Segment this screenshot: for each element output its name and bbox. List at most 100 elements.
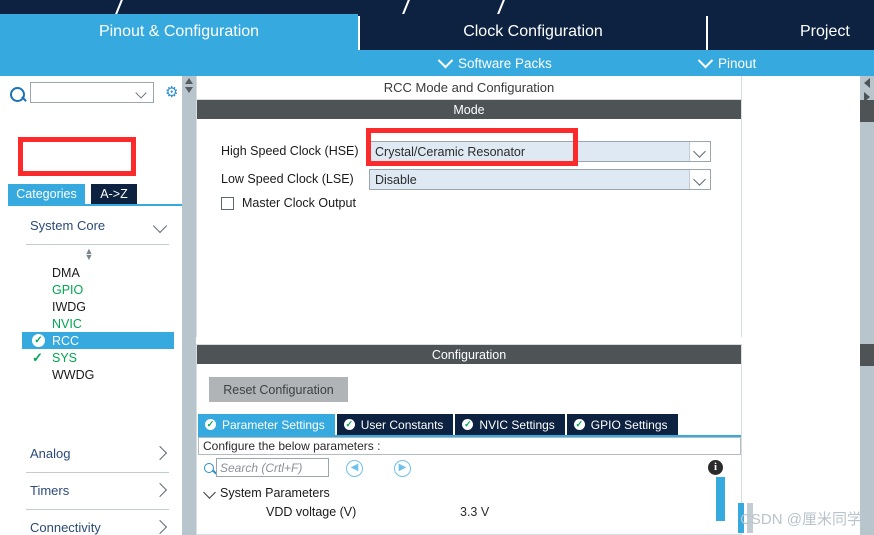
mode-band-label: Mode	[197, 100, 741, 119]
chevron-right-icon	[152, 519, 168, 535]
sidebar-item-gpio[interactable]: GPIO	[0, 281, 181, 298]
tab-nvic-settings-label: NVIC Settings	[479, 417, 555, 432]
chevron-right-icon[interactable]: ▶	[394, 460, 411, 477]
collapsed-categories: Analog Timers Connectivity Computing Mid…	[0, 436, 181, 535]
tab-a-to-z-label: A->Z	[100, 187, 128, 201]
category-system-core[interactable]: System Core	[0, 208, 181, 245]
reset-configuration-button[interactable]: Reset Configuration	[209, 377, 348, 402]
reset-configuration-label: Reset Configuration	[223, 382, 334, 397]
tab-parameter-settings[interactable]: ✓ Parameter Settings	[198, 414, 335, 435]
sidebar-item-sys[interactable]: ✓ SYS	[0, 349, 181, 366]
caret-down-icon[interactable]	[185, 87, 193, 93]
rcc-configuration-panel: Configuration Reset Configuration ✓ Para…	[196, 344, 742, 535]
parameter-name-vdd-voltage: VDD voltage (V)	[266, 504, 357, 519]
sidebar-item-iwdg-label: IWDG	[52, 299, 87, 314]
chevron-down-icon	[135, 87, 147, 99]
chevron-right-icon	[152, 445, 168, 461]
category-system-core-label: System Core	[30, 218, 106, 233]
parameter-search-input[interactable]: Search (Crtl+F)	[216, 458, 329, 477]
table-row[interactable]: VDD voltage (V) 3.3 V	[198, 502, 741, 521]
chevron-down-icon[interactable]	[689, 170, 710, 189]
caret-left-icon[interactable]	[864, 78, 870, 88]
field-lse-label: Low Speed Clock (LSE)	[221, 172, 354, 186]
tab-separator	[706, 16, 708, 50]
lse-mode-dropdown[interactable]: Disable	[369, 169, 711, 190]
sidebar-search-row: ⚙	[0, 82, 182, 108]
field-hse-label: High Speed Clock (HSE)	[221, 144, 359, 158]
splitter-chip[interactable]	[860, 344, 874, 366]
check-icon: ✓	[32, 350, 43, 365]
category-system-core-header[interactable]: System Core	[26, 208, 169, 245]
splitter-handle[interactable]: ▲ ▼	[80, 247, 98, 262]
check-circle-icon: ✓	[205, 419, 216, 430]
check-circle-icon: ✓	[32, 334, 45, 347]
tab-clock-configuration[interactable]: Clock Configuration	[360, 14, 706, 50]
hse-mode-dropdown[interactable]: Crystal/Ceramic Resonator	[369, 141, 711, 162]
tab-clock-configuration-label: Clock Configuration	[463, 23, 603, 40]
left-splitter[interactable]	[182, 76, 196, 535]
watermark-text: CSDN @厘米同学	[740, 511, 862, 528]
configure-parameters-note: Configure the below parameters :	[198, 437, 741, 455]
sidebar-item-wwdg[interactable]: WWDG	[0, 366, 181, 383]
sidebar-item-rcc[interactable]: ✓ RCC	[22, 332, 174, 349]
right-splitter[interactable]	[860, 76, 874, 535]
tab-pinout-configuration-label: Pinout & Configuration	[98, 23, 260, 40]
menu-pinout-label: Pinout	[718, 55, 757, 71]
peripheral-list: DMA GPIO IWDG NVIC ✓ RCC ✓ SYS WWDG	[0, 264, 181, 383]
caret-up-icon[interactable]	[185, 78, 193, 84]
search-icon	[10, 87, 25, 102]
category-timers[interactable]: Timers	[26, 473, 169, 510]
check-circle-icon: ✓	[462, 419, 474, 430]
tab-project-label: Project	[800, 23, 850, 40]
master-clock-output-label: Master Clock Output	[242, 196, 356, 210]
tab-gpio-settings-label: GPIO Settings	[590, 417, 668, 432]
menu-software-packs-label: Software Packs	[458, 55, 552, 71]
chevron-left-icon[interactable]: ◀	[346, 460, 363, 477]
chevron-down-icon	[437, 52, 454, 68]
tab-user-constants-label: User Constants	[360, 417, 444, 432]
tab-user-constants[interactable]: ✓ User Constants	[336, 414, 454, 435]
rcc-panel-title: RCC Mode and Configuration	[197, 76, 741, 100]
sub-tool-bar: Software Packs Pinout	[0, 50, 874, 76]
tab-parameter-settings-label: Parameter Settings	[222, 417, 325, 432]
tab-project[interactable]: Project	[708, 14, 874, 50]
tab-separator	[358, 16, 360, 50]
field-lse: Low Speed Clock (LSE) Disable	[197, 169, 741, 191]
chevron-right-icon	[152, 482, 168, 498]
chevron-down-icon[interactable]	[689, 142, 710, 161]
sidebar-item-iwdg[interactable]: IWDG	[0, 298, 181, 315]
sidebar-item-wwdg-label: WWDG	[52, 367, 95, 382]
tab-a-to-z[interactable]: A->Z	[91, 184, 137, 204]
info-icon[interactable]: i	[708, 460, 723, 475]
parameter-scrollbar-thumb[interactable]	[716, 477, 725, 521]
sidebar-item-rcc-label: RCC	[52, 333, 80, 348]
sidebar-item-dma[interactable]: DMA	[0, 264, 181, 281]
tab-categories[interactable]: Categories	[8, 184, 85, 204]
mode-body: High Speed Clock (HSE) Crystal/Ceramic R…	[197, 119, 741, 339]
gear-icon[interactable]: ⚙	[165, 85, 180, 100]
field-hse: High Speed Clock (HSE) Crystal/Ceramic R…	[197, 141, 741, 163]
tab-nvic-settings[interactable]: ✓ NVIC Settings	[455, 414, 565, 435]
title-strip	[0, 0, 874, 17]
sidebar-search-input[interactable]	[30, 82, 154, 103]
category-connectivity[interactable]: Connectivity	[26, 510, 169, 535]
sidebar-item-sys-label: SYS	[52, 350, 78, 365]
master-clock-output-checkbox[interactable]	[221, 196, 234, 210]
master-clock-output-row[interactable]: Master Clock Output	[221, 196, 356, 210]
menu-pinout[interactable]: Pinout	[697, 50, 757, 76]
menu-software-packs[interactable]: Software Packs	[437, 50, 552, 76]
sidebar-item-nvic[interactable]: NVIC	[0, 315, 181, 332]
sidebar-item-gpio-label: GPIO	[52, 282, 84, 297]
main-tab-bar: Pinout & Configuration Clock Configurati…	[0, 14, 874, 50]
sidebar-item-nvic-label: NVIC	[52, 316, 82, 331]
tab-pinout-configuration[interactable]: Pinout & Configuration	[0, 14, 358, 50]
tree-group-system-parameters[interactable]: System Parameters	[198, 483, 741, 502]
tab-gpio-settings[interactable]: ✓ GPIO Settings	[566, 414, 678, 435]
chevron-down-icon[interactable]	[203, 486, 216, 499]
splitter-chip[interactable]	[860, 100, 874, 122]
categories-sidebar: ⚙ Categories A->Z System Core ▲ ▼ DMA GP…	[0, 76, 183, 535]
search-icon	[204, 463, 214, 473]
stm32cubemx-window: Pinout & Configuration Clock Configurati…	[0, 0, 874, 535]
category-analog[interactable]: Analog	[26, 436, 169, 473]
parameter-value-vdd-voltage: 3.3 V	[460, 504, 490, 519]
